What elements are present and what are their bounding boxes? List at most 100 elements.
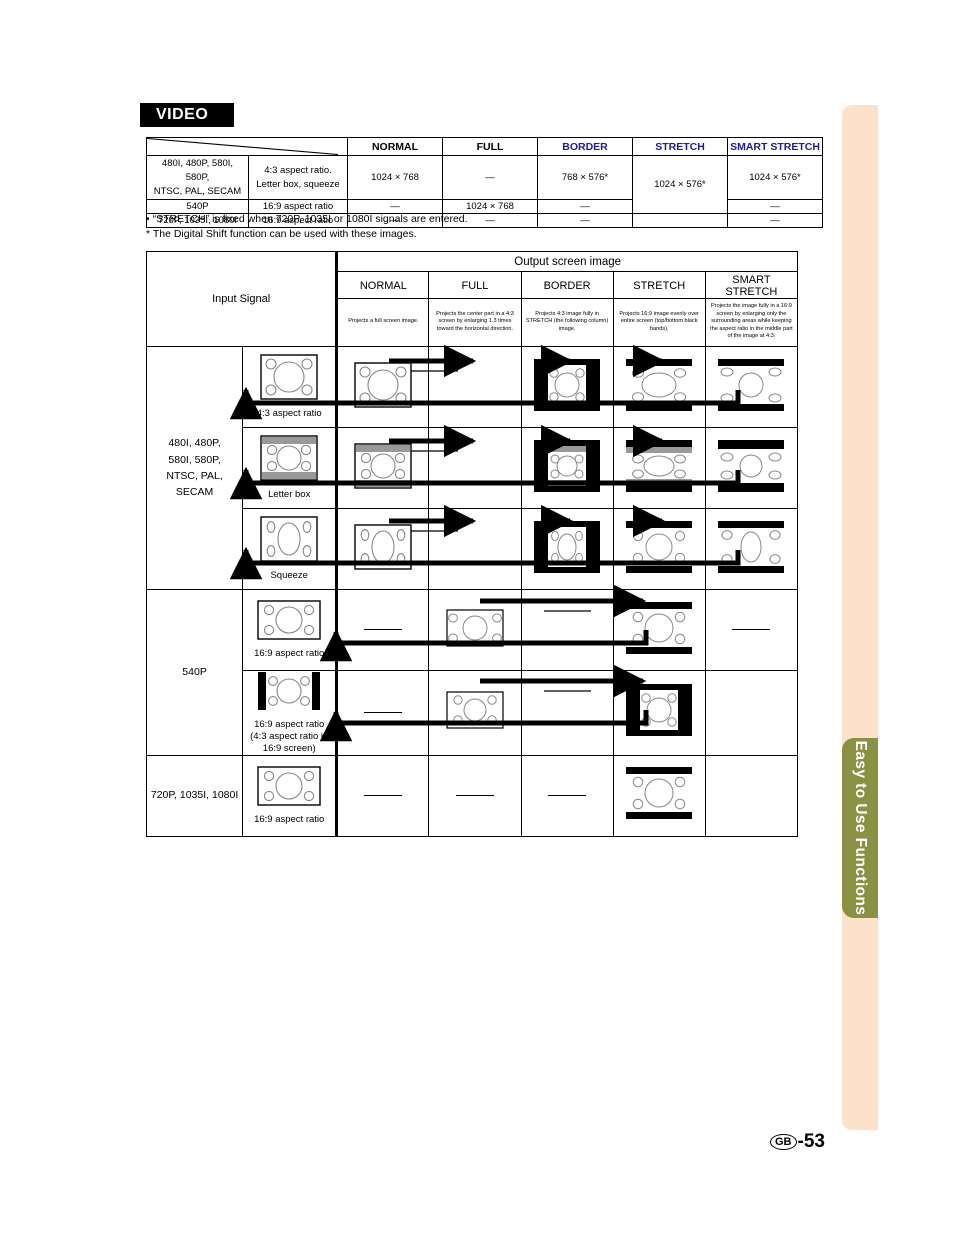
input-caption: 16:9 aspect ratio xyxy=(254,813,325,825)
output-cell-border xyxy=(520,754,614,837)
input-image-cell: 16:9 aspect ratio xyxy=(242,754,338,837)
output-cell-normal xyxy=(335,427,430,509)
output-cell-normal xyxy=(335,670,430,756)
main-header-row-1: Input Signal Output screen image xyxy=(145,251,798,347)
mode-header-normal: NORMAL xyxy=(335,271,430,299)
output-cell-full xyxy=(428,589,522,671)
signal-label-line: 580I, 580P, xyxy=(168,453,221,466)
output-cell-full xyxy=(428,754,522,837)
page-side-strip xyxy=(842,105,878,1130)
summary-value-smart-stretch: — xyxy=(727,213,823,229)
table-row: 480I, 480P, 580I, 580P, NTSC, PAL, SECAM… xyxy=(146,154,823,215)
mode-desc-border: Projects 4:3 image fully in STRETCH (the… xyxy=(520,298,614,347)
diagonal-line-icon xyxy=(147,138,338,155)
output-cell-stretch xyxy=(612,754,706,837)
output-cell-stretch xyxy=(612,346,706,428)
output-cell-smart-stretch xyxy=(704,670,799,756)
chapter-tab-label: Easy to Use Functions xyxy=(852,740,869,916)
screen-smart-4x3-icon xyxy=(718,358,785,411)
mode-header-full: FULL xyxy=(428,271,522,299)
note-bullet: • “STRETCH” is fixed when 720P, 1035I or… xyxy=(146,213,468,225)
output-screen-image-header: Output screen image xyxy=(335,251,798,272)
output-cell-border xyxy=(520,670,614,756)
summary-signal-0: 480I, 480P, 580I, 580P, NTSC, PAL, SECAM xyxy=(146,154,249,201)
input-image-cell: Squeeze xyxy=(242,508,338,590)
mode-desc-stretch: Projects 16:9 image evenly over entire s… xyxy=(612,298,706,347)
screen-stretch-4x3-icon xyxy=(626,358,693,411)
screen-16x9-icon xyxy=(257,600,321,640)
note-asterisk: * The Digital Shift function can be used… xyxy=(146,228,417,241)
screen-4x3-icon xyxy=(354,361,413,408)
output-cell-full xyxy=(428,427,522,509)
output-cell-normal xyxy=(335,346,430,428)
dash-icon xyxy=(364,629,403,631)
input-caption: Squeeze xyxy=(270,570,308,582)
output-cell-border xyxy=(520,508,614,590)
screen-squeeze-icon xyxy=(354,523,413,570)
summary-col-normal: NORMAL xyxy=(347,137,443,156)
output-cell-stretch xyxy=(612,427,706,509)
table-row: 16:9 aspect ratio (4:3 aspect ratio in 1… xyxy=(147,670,799,756)
output-cell-full xyxy=(428,508,522,590)
input-caption: 16:9 aspect ratio (4:3 aspect ratio in 1… xyxy=(243,719,335,755)
signal-label-line: 540P xyxy=(182,666,207,679)
summary-signal-line: NTSC, PAL, SECAM xyxy=(153,185,242,197)
summary-value-normal: 1024 × 768 xyxy=(347,154,443,201)
input-caption-line: 16:9 screen) xyxy=(262,742,316,754)
summary-aspect-line: Letter box, squeeze xyxy=(256,178,340,190)
region-badge: GB xyxy=(770,1134,797,1150)
output-cell-stretch xyxy=(612,670,706,756)
table-row: 720P, 1035I, 1080I 16:9 aspect ratio xyxy=(145,754,799,837)
summary-value-full: — xyxy=(442,154,538,201)
summary-signal-line: 480I, 480P, 580I, 580P, xyxy=(161,158,234,183)
input-image-cell: 4:3 aspect ratio xyxy=(242,346,338,428)
table-row: Letter box xyxy=(147,427,799,509)
output-cell-smart-stretch xyxy=(704,754,799,837)
output-cell-smart-stretch xyxy=(704,589,799,671)
summary-value-smart-stretch: 1024 × 576* xyxy=(727,154,823,201)
output-cell-stretch xyxy=(612,589,706,671)
mode-header-border: BORDER xyxy=(520,271,614,299)
output-cell-smart-stretch xyxy=(704,508,799,590)
screen-smart-squeeze-icon xyxy=(718,520,785,573)
screen-border-16x9-icon xyxy=(626,684,693,737)
screen-16x9-icon xyxy=(257,765,321,806)
output-cell-normal xyxy=(335,754,430,837)
page-footer: GB -53 xyxy=(770,1131,825,1153)
output-cell-full xyxy=(428,346,522,428)
summary-value-stretch xyxy=(632,213,728,229)
input-caption: 16:9 aspect ratio xyxy=(254,648,325,660)
screen-stretch-16x9-icon xyxy=(626,601,693,654)
signal-group-label-2: 720P, 1035I, 1080I xyxy=(145,754,244,837)
screen-16x9-pillar-icon xyxy=(257,671,321,711)
signal-label-line: 480I, 480P, xyxy=(168,437,221,450)
screen-16x9-pillar-small-icon xyxy=(446,691,504,729)
screen-16x9-small-icon xyxy=(446,608,504,647)
screen-border-letterbox-icon xyxy=(534,439,601,492)
page-title: VIDEO xyxy=(140,103,234,127)
summary-col-stretch: STRETCH xyxy=(632,137,728,156)
table-row: 540P 16:9 aspect ratio xyxy=(145,589,799,756)
screen-border-4x3-icon xyxy=(534,358,601,411)
signal-label-line: 720P, 1035I, 1080I xyxy=(150,789,239,802)
summary-col-full: FULL xyxy=(442,137,538,156)
screen-stretch-16x9-icon xyxy=(626,767,693,820)
screen-border-squeeze-icon xyxy=(534,520,601,573)
screen-letterbox-icon xyxy=(260,435,318,481)
screen-stretch-squeeze-icon xyxy=(626,520,693,573)
input-caption-line: (4:3 aspect ratio in xyxy=(250,730,329,742)
screen-letterbox-icon xyxy=(354,442,413,489)
summary-value-stretch: 1024 × 576* xyxy=(632,154,728,215)
summary-header-row: NORMAL FULL BORDER STRETCH SMART STRETCH xyxy=(146,137,823,156)
signal-group-label-1: 540P xyxy=(145,589,244,756)
mode-header-smart-stretch: SMART STRETCH xyxy=(704,271,799,299)
summary-value-border: — xyxy=(537,199,633,215)
mode-desc-full: Projects the center part in a 4:3 screen… xyxy=(428,298,522,347)
dash-icon xyxy=(548,794,587,796)
output-cell-border xyxy=(520,589,614,671)
notes-block: • “STRETCH” is fixed when 720P, 1035I or… xyxy=(146,212,468,242)
chapter-tab: Easy to Use Functions xyxy=(842,738,878,918)
input-image-cell: 16:9 aspect ratio xyxy=(242,589,338,671)
diagonal-divider-cell xyxy=(146,137,348,156)
input-caption-line: 16:9 aspect ratio xyxy=(254,719,325,730)
